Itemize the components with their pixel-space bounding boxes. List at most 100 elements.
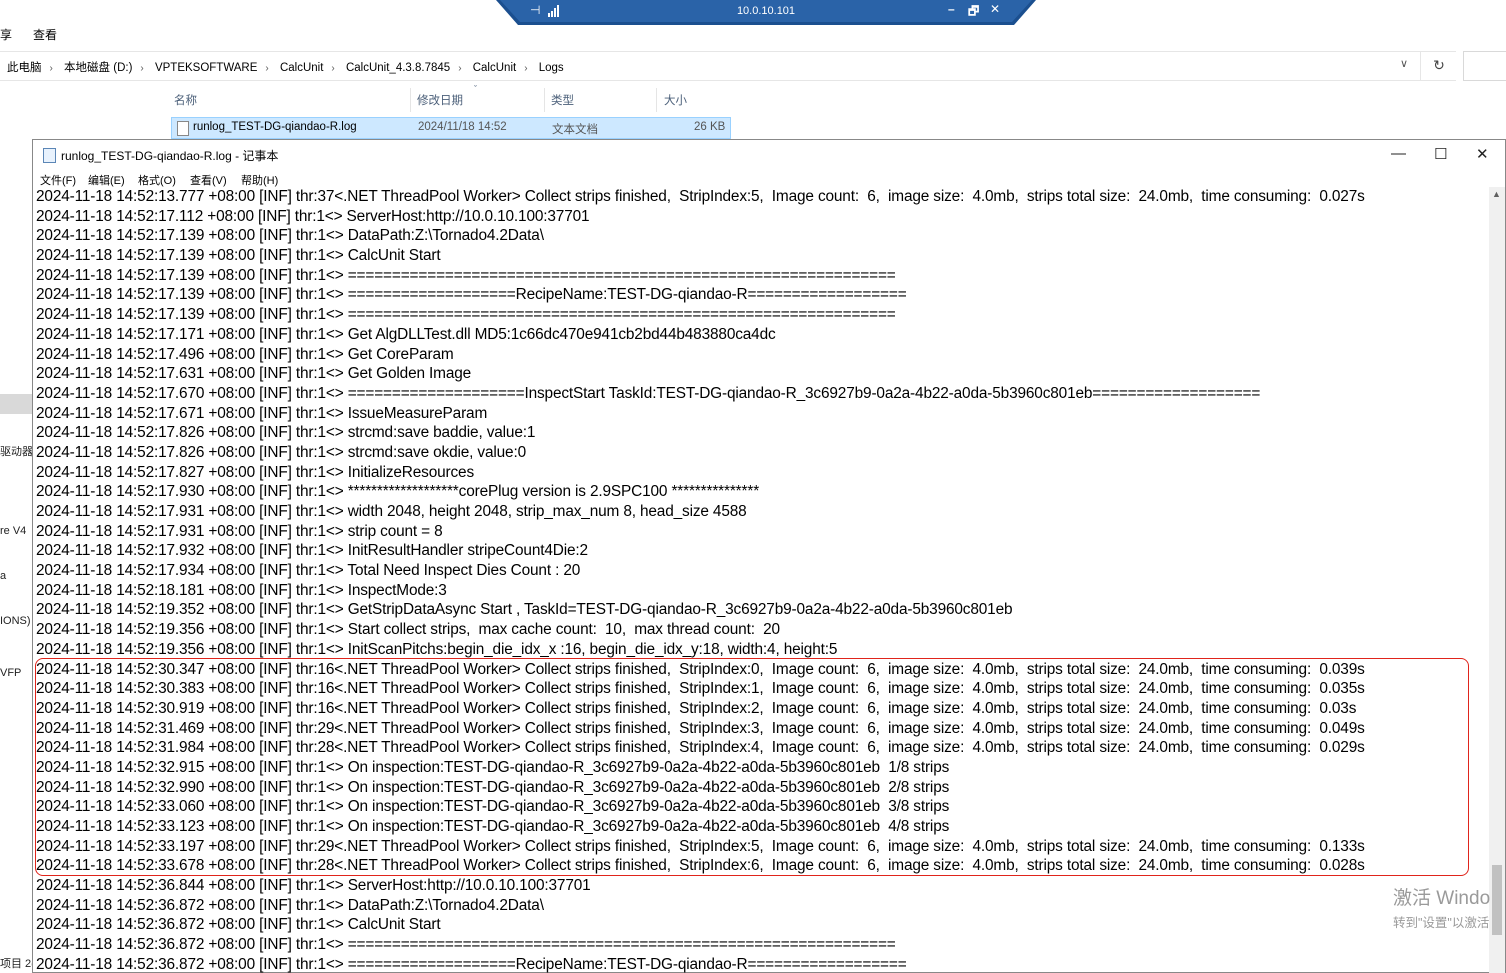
log-line[interactable]: 2024-11-18 14:52:36.844 +08:00 [INF] thr… [36, 876, 1488, 896]
breadcrumb-item[interactable]: 本地磁盘 (D:) [64, 62, 132, 74]
close-button[interactable]: ✕ [990, 2, 1000, 16]
nav-item-fragment[interactable]: VFP [0, 667, 21, 679]
log-line[interactable]: 2024-11-18 14:52:31.984 +08:00 [INF] thr… [36, 738, 1488, 758]
sort-chevron-icon: ˇ [474, 84, 477, 94]
maximize-icon[interactable]: ☐ [1434, 145, 1447, 163]
log-line[interactable]: 2024-11-18 14:52:17.171 +08:00 [INF] thr… [36, 325, 1488, 345]
log-line[interactable]: 2024-11-18 14:52:17.112 +08:00 [INF] thr… [36, 207, 1488, 227]
text-editor-area[interactable]: 2024-11-18 14:52:13.777 +08:00 [INF] thr… [36, 187, 1488, 973]
menu-file[interactable]: 文件(F) [40, 172, 76, 188]
log-line[interactable]: 2024-11-18 14:52:17.931 +08:00 [INF] thr… [36, 502, 1488, 522]
vertical-scrollbar[interactable]: ▲ [1489, 187, 1505, 973]
explorer-ribbon: 享 查看 [0, 20, 1506, 46]
log-line[interactable]: 2024-11-18 14:52:30.347 +08:00 [INF] thr… [36, 660, 1488, 680]
log-line[interactable]: 2024-11-18 14:52:31.469 +08:00 [INF] thr… [36, 719, 1488, 739]
log-line[interactable]: 2024-11-18 14:52:17.139 +08:00 [INF] thr… [36, 266, 1488, 286]
nav-item-fragment[interactable]: a [0, 570, 6, 582]
log-line[interactable]: 2024-11-18 14:52:33.197 +08:00 [INF] thr… [36, 837, 1488, 857]
breadcrumb-item[interactable]: 此电脑 [7, 62, 42, 74]
activation-watermark: 激活 Windo 转到"设置"以激活 [1393, 883, 1490, 931]
watermark-line1: 激活 Windo [1393, 888, 1491, 909]
watermark-line2: 转到"设置"以激活 [1393, 916, 1490, 930]
column-header-name[interactable]: 名称 [174, 92, 197, 108]
log-line[interactable]: 2024-11-18 14:52:17.139 +08:00 [INF] thr… [36, 246, 1488, 266]
chevron-down-icon[interactable]: ∨ [1400, 57, 1408, 70]
log-line[interactable]: 2024-11-18 14:52:18.181 +08:00 [INF] thr… [36, 581, 1488, 601]
log-line[interactable]: 2024-11-18 14:52:33.678 +08:00 [INF] thr… [36, 856, 1488, 876]
breadcrumb-item[interactable]: CalcUnit [473, 62, 516, 74]
nav-item-fragment[interactable]: re V4 [0, 525, 26, 537]
file-name: runlog_TEST-DG-qiandao-R.log [193, 121, 357, 133]
file-list-row[interactable]: runlog_TEST-DG-qiandao-R.log 2024/11/18 … [171, 117, 731, 139]
log-line[interactable]: 2024-11-18 14:52:17.826 +08:00 [INF] thr… [36, 443, 1488, 463]
log-line[interactable]: 2024-11-18 14:52:36.872 +08:00 [INF] thr… [36, 915, 1488, 935]
chevron-right-icon: › [140, 63, 144, 74]
file-size: 26 KB [694, 121, 726, 133]
notepad-icon [43, 148, 56, 163]
nav-item-fragment[interactable]: 驱动器 [0, 443, 33, 459]
search-input[interactable] [1463, 51, 1506, 81]
log-line[interactable]: 2024-11-18 14:52:33.123 +08:00 [INF] thr… [36, 817, 1488, 837]
column-header-type[interactable]: 类型 [551, 92, 574, 108]
breadcrumb-item[interactable]: Logs [539, 62, 564, 74]
scroll-up-icon[interactable]: ▲ [1492, 189, 1501, 199]
close-icon[interactable]: ✕ [1476, 145, 1489, 163]
log-line[interactable]: 2024-11-18 14:52:17.826 +08:00 [INF] thr… [36, 423, 1488, 443]
log-line[interactable]: 2024-11-18 14:52:17.139 +08:00 [INF] thr… [36, 305, 1488, 325]
log-line[interactable]: 2024-11-18 14:52:17.931 +08:00 [INF] thr… [36, 522, 1488, 542]
menu-format[interactable]: 格式(O) [138, 172, 176, 188]
breadcrumb-item[interactable]: CalcUnit [280, 62, 323, 74]
log-line[interactable]: 2024-11-18 14:52:36.872 +08:00 [INF] thr… [36, 955, 1488, 973]
notepad-window[interactable]: runlog_TEST-DG-qiandao-R.log - 记事本 — ☐ ✕… [32, 139, 1506, 973]
file-list-header: 名称 修改日期 ˇ 类型 大小 [168, 84, 734, 114]
log-line[interactable]: 2024-11-18 14:52:32.915 +08:00 [INF] thr… [36, 758, 1488, 778]
log-line[interactable]: 2024-11-18 14:52:36.872 +08:00 [INF] thr… [36, 896, 1488, 916]
log-line[interactable]: 2024-11-18 14:52:36.872 +08:00 [INF] thr… [36, 935, 1488, 955]
log-line[interactable]: 2024-11-18 14:52:17.930 +08:00 [INF] thr… [36, 482, 1488, 502]
column-divider[interactable] [410, 88, 411, 112]
log-line[interactable]: 2024-11-18 14:52:13.777 +08:00 [INF] thr… [36, 187, 1488, 207]
breadcrumb-item[interactable]: CalcUnit_4.3.8.7845 [346, 62, 450, 74]
log-line[interactable]: 2024-11-18 14:52:19.356 +08:00 [INF] thr… [36, 620, 1488, 640]
chevron-right-icon: › [49, 63, 53, 74]
log-line[interactable]: 2024-11-18 14:52:17.631 +08:00 [INF] thr… [36, 364, 1488, 384]
log-line[interactable]: 2024-11-18 14:52:30.919 +08:00 [INF] thr… [36, 699, 1488, 719]
chevron-right-icon: › [458, 63, 462, 74]
log-line[interactable]: 2024-11-18 14:52:17.496 +08:00 [INF] thr… [36, 345, 1488, 365]
nav-selection [0, 394, 33, 414]
notepad-titlebar[interactable]: runlog_TEST-DG-qiandao-R.log - 记事本 — ☐ ✕ [33, 140, 1505, 170]
window-title: runlog_TEST-DG-qiandao-R.log - 记事本 [61, 149, 279, 163]
log-line[interactable]: 2024-11-18 14:52:17.827 +08:00 [INF] thr… [36, 463, 1488, 483]
log-line[interactable]: 2024-11-18 14:52:17.934 +08:00 [INF] thr… [36, 561, 1488, 581]
refresh-icon[interactable]: ↻ [1420, 51, 1457, 80]
menu-view[interactable]: 查看(V) [190, 172, 227, 188]
column-header-size[interactable]: 大小 [664, 92, 687, 108]
menu-help[interactable]: 帮助(H) [241, 172, 278, 188]
log-line[interactable]: 2024-11-18 14:52:30.383 +08:00 [INF] thr… [36, 679, 1488, 699]
menu-edit[interactable]: 编辑(E) [88, 172, 125, 188]
breadcrumb: 此电脑 › 本地磁盘 (D:) › VPTEKSOFTWARE › CalcUnit ›… [7, 59, 568, 75]
ribbon-tab-view[interactable]: 查看 [33, 26, 57, 43]
log-line[interactable]: 2024-11-18 14:52:17.139 +08:00 [INF] thr… [36, 285, 1488, 305]
column-divider[interactable] [656, 88, 657, 112]
log-line[interactable]: 2024-11-18 14:52:17.932 +08:00 [INF] thr… [36, 541, 1488, 561]
log-line[interactable]: 2024-11-18 14:52:19.352 +08:00 [INF] thr… [36, 600, 1488, 620]
remote-host-label: 10.0.10.101 [736, 5, 796, 17]
file-modified: 2024/11/18 14:52 [418, 121, 507, 133]
log-line[interactable]: 2024-11-18 14:52:17.139 +08:00 [INF] thr… [36, 226, 1488, 246]
log-line[interactable]: 2024-11-18 14:52:19.356 +08:00 [INF] thr… [36, 640, 1488, 660]
column-header-modified[interactable]: 修改日期 [417, 92, 463, 108]
nav-item-fragment[interactable]: IONS) [0, 615, 31, 627]
minimize-button[interactable]: – [948, 2, 955, 16]
log-line[interactable]: 2024-11-18 14:52:17.670 +08:00 [INF] thr… [36, 384, 1488, 404]
address-bar[interactable]: 此电脑 › 本地磁盘 (D:) › VPTEKSOFTWARE › CalcUnit ›… [0, 51, 1456, 81]
column-divider[interactable] [544, 88, 545, 112]
scrollbar-thumb[interactable] [1492, 865, 1502, 935]
breadcrumb-item[interactable]: VPTEKSOFTWARE [155, 62, 257, 74]
log-line[interactable]: 2024-11-18 14:52:17.671 +08:00 [INF] thr… [36, 404, 1488, 424]
log-line[interactable]: 2024-11-18 14:52:33.060 +08:00 [INF] thr… [36, 797, 1488, 817]
minimize-icon[interactable]: — [1391, 145, 1406, 162]
nav-item-fragment[interactable]: 项目 2( [0, 955, 35, 971]
log-line[interactable]: 2024-11-18 14:52:32.990 +08:00 [INF] thr… [36, 778, 1488, 798]
ribbon-tab-share[interactable]: 享 [0, 26, 12, 43]
